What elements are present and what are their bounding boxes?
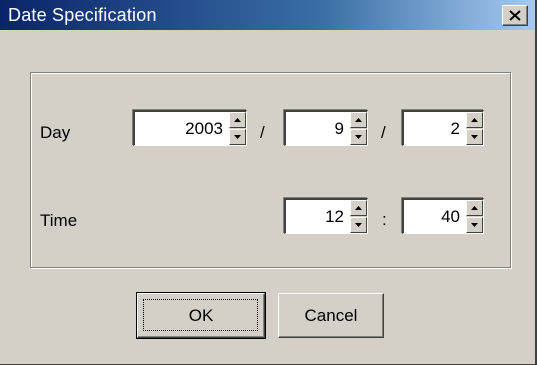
year-field[interactable]: 2003 [133, 110, 247, 146]
hour-field[interactable]: 12 [284, 198, 368, 234]
month-value: 9 [334, 119, 344, 138]
ok-button-label: OK [188, 306, 214, 325]
arrow-down-icon [355, 135, 362, 139]
date-specification-dialog: Date Specification Day 2003 / 9 / 2 Time… [0, 0, 537, 365]
month-up-button[interactable] [350, 112, 367, 128]
arrow-up-icon [471, 118, 478, 122]
minute-spinner [466, 200, 483, 233]
month-field[interactable]: 9 [284, 110, 368, 146]
date-spinner [466, 112, 483, 145]
hour-up-button[interactable] [350, 200, 367, 216]
minute-down-button[interactable] [466, 217, 483, 233]
time-label: Time [40, 211, 78, 230]
arrow-up-icon [471, 206, 478, 210]
year-spinner [229, 112, 246, 145]
dialog-title: Date Specification [8, 5, 157, 25]
minute-value: 40 [441, 207, 460, 226]
arrow-down-icon [355, 223, 362, 227]
date-field[interactable]: 2 [402, 110, 484, 146]
hour-value: 12 [325, 207, 344, 226]
day-label: Day [40, 123, 71, 142]
date-separator: / [381, 123, 386, 142]
arrow-up-icon [355, 206, 362, 210]
month-spinner [350, 112, 367, 145]
cancel-button[interactable]: Cancel [278, 293, 384, 338]
arrow-up-icon [355, 118, 362, 122]
date-down-button[interactable] [466, 129, 483, 145]
hour-spinner [350, 200, 367, 233]
year-value: 2003 [185, 119, 223, 138]
date-up-button[interactable] [466, 112, 483, 128]
ok-button[interactable]: OK [136, 292, 266, 339]
date-separator: / [260, 123, 265, 142]
month-down-button[interactable] [350, 129, 367, 145]
arrow-down-icon [471, 223, 478, 227]
minute-field[interactable]: 40 [402, 198, 484, 234]
close-icon [509, 10, 521, 21]
minute-up-button[interactable] [466, 200, 483, 216]
year-up-button[interactable] [229, 112, 246, 128]
date-time-group [30, 72, 511, 268]
arrow-up-icon [234, 118, 241, 122]
arrow-down-icon [234, 135, 241, 139]
year-down-button[interactable] [229, 129, 246, 145]
date-value: 2 [450, 119, 460, 138]
cancel-button-label: Cancel [304, 306, 358, 325]
hour-down-button[interactable] [350, 217, 367, 233]
time-separator: : [382, 210, 387, 229]
close-button[interactable] [502, 5, 528, 26]
title-bar[interactable]: Date Specification [0, 0, 535, 30]
arrow-down-icon [471, 135, 478, 139]
